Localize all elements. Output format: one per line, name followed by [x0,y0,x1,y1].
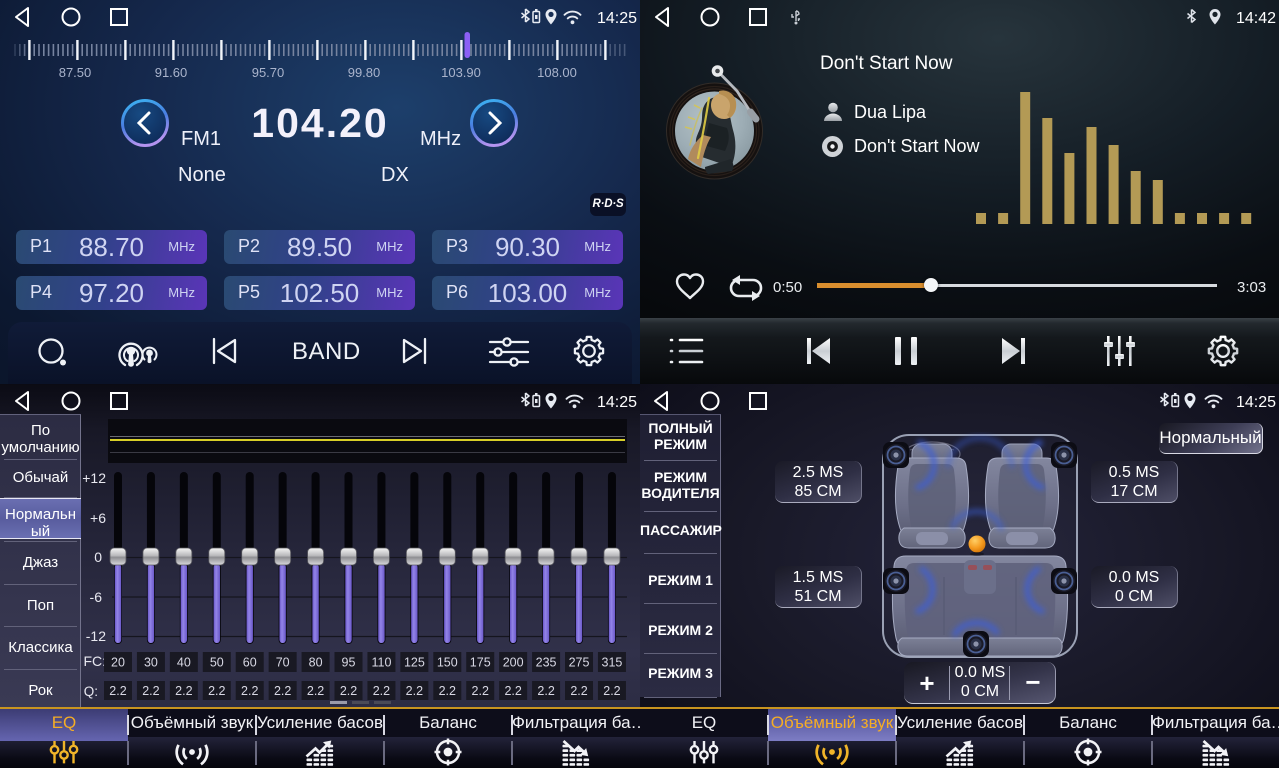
svg-text:150: 150 [437,656,458,670]
svg-text:2.2: 2.2 [307,684,324,698]
svg-text:BAND: BAND [292,338,361,365]
svg-text:40: 40 [177,656,191,670]
svg-text:95: 95 [342,656,356,670]
svg-text:2.2: 2.2 [537,684,554,698]
svg-text:2.2: 2.2 [142,684,159,698]
svg-text:99.80: 99.80 [348,65,381,80]
svg-text:0: 0 [94,549,102,565]
svg-text:2.2: 2.2 [439,684,456,698]
svg-text:2.2: 2.2 [504,684,521,698]
svg-text:50: 50 [210,656,224,670]
svg-text:200: 200 [503,656,524,670]
svg-text:+12: +12 [82,470,106,486]
svg-text:2.2: 2.2 [208,684,225,698]
svg-text:2.2: 2.2 [241,684,258,698]
svg-text:60: 60 [243,656,257,670]
svg-text:87.50: 87.50 [59,65,92,80]
svg-text:2.2: 2.2 [340,684,357,698]
svg-text:2.2: 2.2 [406,684,423,698]
svg-text:175: 175 [470,656,491,670]
svg-text:70: 70 [276,656,290,670]
svg-text:275: 275 [569,656,590,670]
svg-text:91.60: 91.60 [155,65,188,80]
svg-text:-12: -12 [86,628,106,644]
svg-text:2.2: 2.2 [109,684,126,698]
svg-text:108.00: 108.00 [537,65,577,80]
svg-text:80: 80 [309,656,323,670]
svg-text:95.70: 95.70 [252,65,285,80]
svg-text:Q:: Q: [84,684,98,699]
svg-text:14:42: 14:42 [1236,10,1276,27]
svg-text:2.2: 2.2 [570,684,587,698]
svg-text:110: 110 [371,656,391,670]
svg-text:2.2: 2.2 [472,684,489,698]
svg-text:30: 30 [144,656,158,670]
svg-text:315: 315 [602,656,623,670]
svg-text:103.90: 103.90 [441,65,481,80]
svg-text:2.2: 2.2 [175,684,192,698]
svg-text:235: 235 [536,656,557,670]
svg-text:14:25: 14:25 [597,10,637,27]
svg-text:20: 20 [111,656,125,670]
svg-text:-6: -6 [90,589,103,605]
svg-text:2.2: 2.2 [603,684,620,698]
svg-text:+6: +6 [90,510,106,526]
svg-text:14:25: 14:25 [1236,394,1276,411]
svg-text:125: 125 [404,656,425,670]
svg-text:FC:: FC: [83,653,106,669]
svg-text:2.2: 2.2 [274,684,291,698]
svg-text:2.2: 2.2 [373,684,390,698]
